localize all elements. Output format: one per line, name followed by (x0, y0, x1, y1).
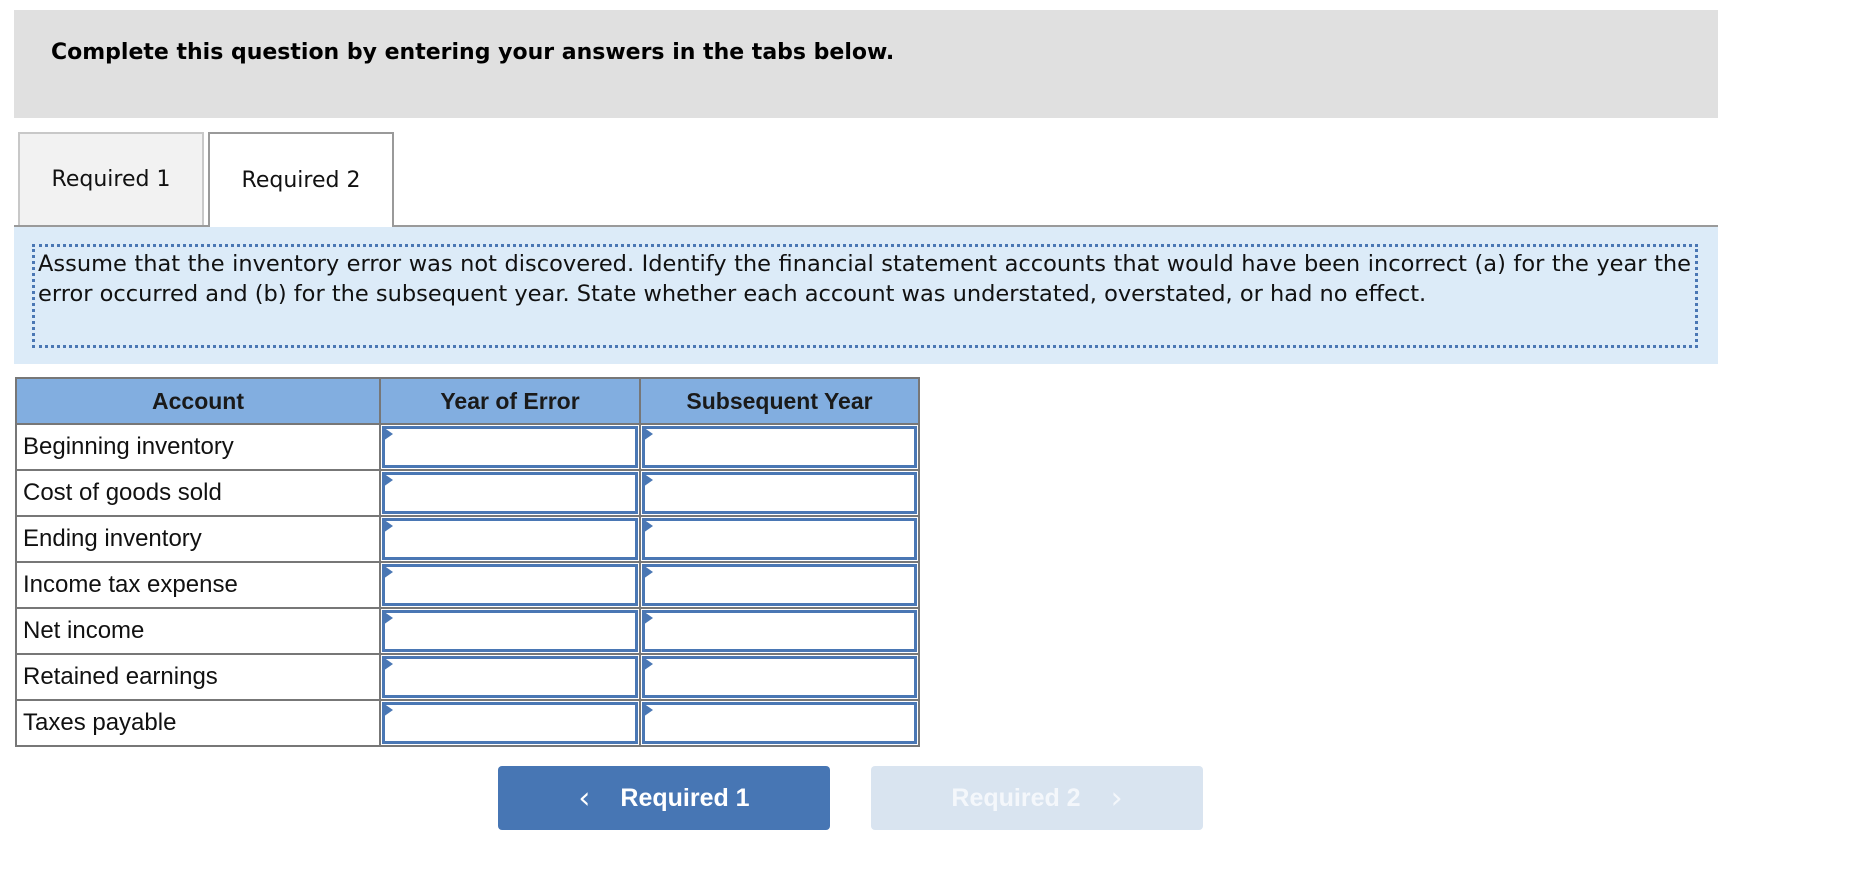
subsequent-year-select-cell (639, 699, 920, 747)
account-name: Net income (15, 607, 381, 655)
question-panel: Assume that the inventory error was not … (14, 227, 1718, 364)
year-of-error-select[interactable] (385, 613, 635, 649)
year-of-error-select-cell (379, 699, 641, 747)
tab-bar: Required 1 Required 2 (14, 132, 1718, 227)
subsequent-year-select[interactable] (645, 705, 914, 741)
next-required-2-button[interactable]: Required 2 › (871, 766, 1203, 830)
year-of-error-select[interactable] (385, 659, 635, 695)
year-of-error-select-cell (379, 561, 641, 609)
chevron-right-icon: › (1110, 780, 1123, 816)
column-header-year-of-error: Year of Error (379, 377, 641, 425)
subsequent-year-select-box (642, 472, 917, 514)
year-of-error-select-cell (379, 607, 641, 655)
dropdown-indicator-icon (383, 703, 393, 717)
account-name: Cost of goods sold (15, 469, 381, 517)
dropdown-indicator-icon (383, 427, 393, 441)
table-row: Ending inventory (15, 515, 920, 563)
tab-required-1[interactable]: Required 1 (18, 132, 204, 225)
subsequent-year-select-cell (639, 607, 920, 655)
dropdown-indicator-icon (383, 657, 393, 671)
table-row: Cost of goods sold (15, 469, 920, 517)
dropdown-indicator-icon (383, 519, 393, 533)
account-name: Retained earnings (15, 653, 381, 701)
subsequent-year-select[interactable] (645, 567, 914, 603)
subsequent-year-select-cell (639, 515, 920, 563)
chevron-left-icon: ‹ (578, 780, 591, 816)
table-row: Retained earnings (15, 653, 920, 701)
year-of-error-select-box (382, 656, 638, 698)
table-row: Income tax expense (15, 561, 920, 609)
subsequent-year-select-box (642, 656, 917, 698)
subsequent-year-select-box (642, 564, 917, 606)
subsequent-year-select-cell (639, 561, 920, 609)
year-of-error-select-cell (379, 515, 641, 563)
dropdown-indicator-icon (643, 519, 653, 533)
dropdown-indicator-icon (643, 703, 653, 717)
subsequent-year-select[interactable] (645, 659, 914, 695)
previous-required-1-button[interactable]: ‹ Required 1 (498, 766, 830, 830)
column-header-subsequent-year: Subsequent Year (639, 377, 920, 425)
table-header-row: Account Year of Error Subsequent Year (15, 377, 920, 425)
table-row: Taxes payable (15, 699, 920, 747)
year-of-error-select[interactable] (385, 567, 635, 603)
subsequent-year-select[interactable] (645, 521, 914, 557)
column-header-account: Account (15, 377, 381, 425)
instructions-banner: Complete this question by entering your … (14, 10, 1718, 118)
year-of-error-select-box (382, 702, 638, 744)
dropdown-indicator-icon (383, 565, 393, 579)
subsequent-year-select-box (642, 702, 917, 744)
question-text: Assume that the inventory error was not … (32, 244, 1698, 348)
dropdown-indicator-icon (383, 473, 393, 487)
account-name: Taxes payable (15, 699, 381, 747)
table-row: Beginning inventory (15, 423, 920, 471)
year-of-error-select-box (382, 610, 638, 652)
year-of-error-select-cell (379, 653, 641, 701)
year-of-error-select-box (382, 472, 638, 514)
next-button-label: Required 2 (951, 783, 1081, 812)
year-of-error-select-cell (379, 423, 641, 471)
subsequent-year-select[interactable] (645, 475, 914, 511)
year-of-error-select-box (382, 518, 638, 560)
subsequent-year-select-cell (639, 423, 920, 471)
year-of-error-select-cell (379, 469, 641, 517)
account-name: Ending inventory (15, 515, 381, 563)
dropdown-indicator-icon (643, 657, 653, 671)
instructions-title: Complete this question by entering your … (51, 40, 895, 65)
subsequent-year-select-cell (639, 653, 920, 701)
year-of-error-select-box (382, 564, 638, 606)
subsequent-year-select[interactable] (645, 429, 914, 465)
dropdown-indicator-icon (643, 427, 653, 441)
year-of-error-select[interactable] (385, 705, 635, 741)
subsequent-year-select-cell (639, 469, 920, 517)
year-of-error-select[interactable] (385, 429, 635, 465)
year-of-error-select[interactable] (385, 475, 635, 511)
year-of-error-select[interactable] (385, 521, 635, 557)
year-of-error-select-box (382, 426, 638, 468)
dropdown-indicator-icon (643, 565, 653, 579)
table-row: Net income (15, 607, 920, 655)
dropdown-indicator-icon (383, 611, 393, 625)
subsequent-year-select[interactable] (645, 613, 914, 649)
dropdown-indicator-icon (643, 611, 653, 625)
tab-required-2[interactable]: Required 2 (208, 132, 394, 227)
account-name: Income tax expense (15, 561, 381, 609)
answer-table: Account Year of Error Subsequent Year Be… (15, 377, 920, 747)
subsequent-year-select-box (642, 610, 917, 652)
subsequent-year-select-box (642, 426, 917, 468)
previous-button-label: Required 1 (620, 783, 750, 812)
subsequent-year-select-box (642, 518, 917, 560)
account-name: Beginning inventory (15, 423, 381, 471)
dropdown-indicator-icon (643, 473, 653, 487)
